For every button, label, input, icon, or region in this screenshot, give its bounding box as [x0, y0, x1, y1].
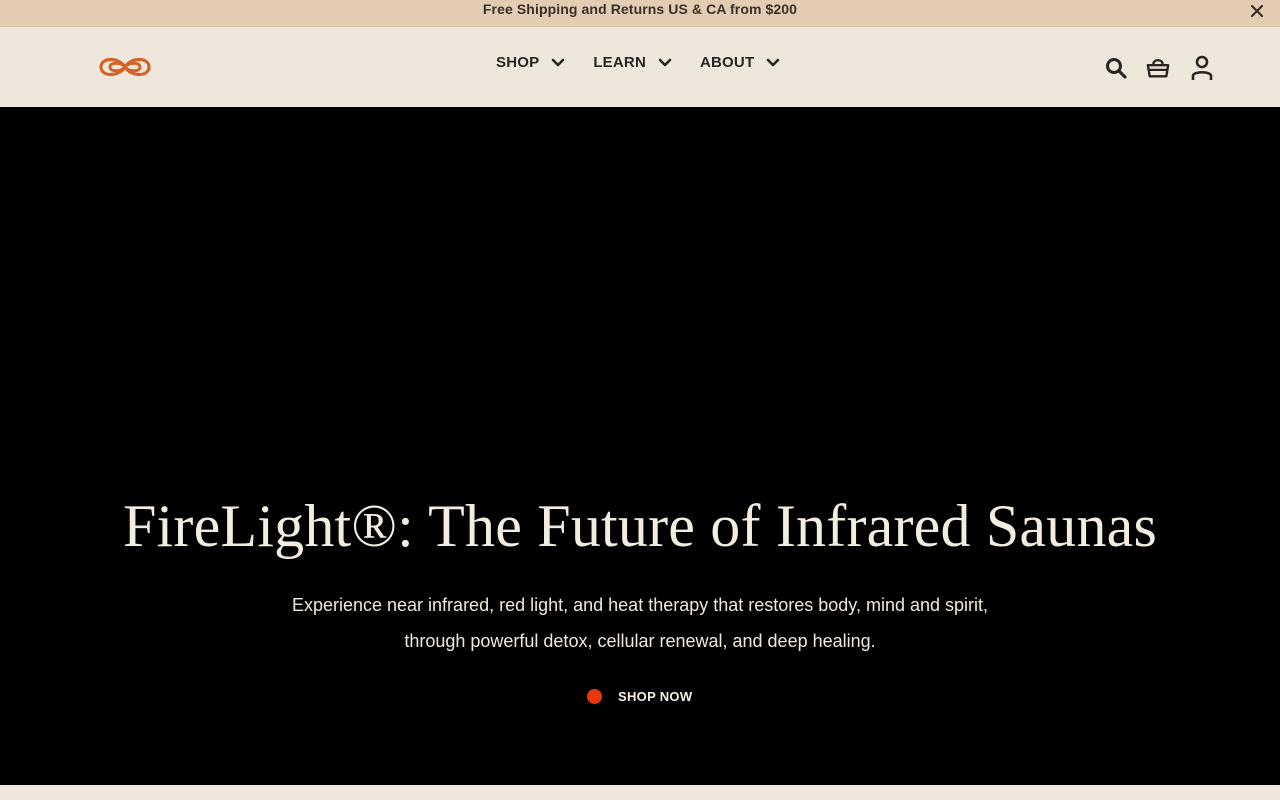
nav-item-learn[interactable]: LEARN: [593, 54, 672, 71]
shop-now-button[interactable]: SHOP NOW: [587, 689, 692, 704]
header-icons: [1104, 55, 1214, 81]
site-header: SHOP LEARN ABOUT: [0, 27, 1280, 107]
nav-item-shop[interactable]: SHOP: [496, 54, 565, 71]
cart-button[interactable]: [1146, 55, 1170, 81]
nav-item-about[interactable]: ABOUT: [700, 54, 780, 71]
search-button[interactable]: [1104, 55, 1128, 81]
announcement-text: Free Shipping and Returns US & CA from $…: [482, 1, 798, 17]
nav-label-shop: SHOP: [496, 54, 540, 71]
announcement-close-button[interactable]: [1247, 1, 1267, 21]
page-bottom-strip: [0, 785, 1280, 800]
hero-section: FireLight®: The Future of Infrared Sauna…: [0, 107, 1280, 785]
chevron-down-icon: [552, 58, 565, 66]
search-icon: [1106, 58, 1127, 79]
main-nav: SHOP LEARN ABOUT: [496, 54, 780, 71]
logo-link[interactable]: [97, 52, 153, 82]
chevron-down-icon: [767, 58, 780, 66]
cart-icon: [1146, 58, 1170, 78]
cta-dot-icon: [587, 689, 602, 704]
close-icon: [1250, 4, 1264, 18]
infinity-logo-icon: [99, 57, 151, 77]
nav-label-about: ABOUT: [699, 54, 755, 71]
account-icon: [1191, 55, 1213, 80]
shop-now-label: SHOP NOW: [618, 689, 693, 704]
account-button[interactable]: [1190, 55, 1214, 81]
hero-title: FireLight®: The Future of Infrared Sauna…: [122, 493, 1158, 559]
chevron-down-icon: [658, 58, 672, 66]
nav-label-learn: LEARN: [593, 54, 646, 71]
hero-subtitle: Experience near infrared, red light, and…: [291, 595, 989, 651]
announcement-bar: Free Shipping and Returns US & CA from $…: [0, 0, 1280, 27]
